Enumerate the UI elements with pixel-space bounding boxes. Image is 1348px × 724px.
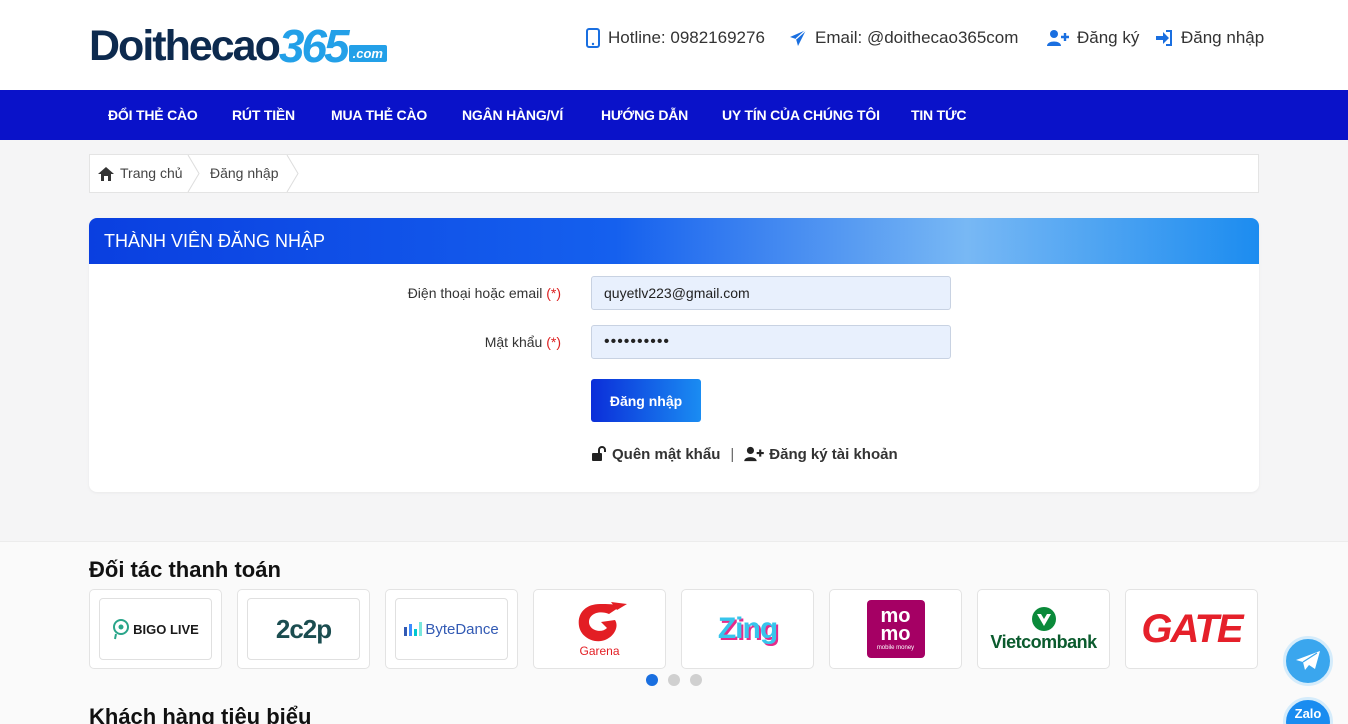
partner-logo-text: mo mo bbox=[880, 605, 911, 645]
telegram-icon bbox=[1296, 651, 1320, 670]
nav-doi-the-cao[interactable]: ĐỔI THẺ CÀO bbox=[108, 90, 198, 140]
vietcombank-logo-icon bbox=[1031, 606, 1056, 631]
register-text: Đăng ký bbox=[1077, 28, 1140, 47]
partner-logo-frame: BIGO LIVE bbox=[99, 598, 212, 660]
partner-2c2p[interactable]: 2c2p bbox=[237, 589, 370, 669]
login-button[interactable]: Đăng nhập bbox=[591, 379, 701, 422]
nav-huong-dan[interactable]: HƯỚNG DẪN bbox=[601, 90, 688, 140]
partner-bigo-live[interactable]: BIGO LIVE bbox=[89, 589, 222, 669]
partner-vietcombank[interactable]: Vietcombank bbox=[977, 589, 1110, 669]
partner-logo-frame: Garena bbox=[571, 600, 629, 658]
partner-logo-text: Garena bbox=[579, 644, 620, 658]
user-plus-icon bbox=[744, 446, 765, 462]
login-text: Đăng nhập bbox=[1181, 28, 1265, 47]
email-text: Email: @doithecao365com bbox=[815, 28, 1019, 47]
zalo-label: Zalo bbox=[1294, 705, 1322, 721]
forgot-password-link[interactable]: Quên mật khẩu bbox=[612, 446, 720, 463]
partners-title: Đối tác thanh toán bbox=[89, 557, 281, 582]
logo-number: 365 bbox=[278, 20, 350, 72]
partner-logo-frame: ByteDance bbox=[395, 598, 508, 660]
partner-logo-text: ByteDance bbox=[425, 620, 499, 638]
breadcrumb-separator bbox=[286, 155, 299, 192]
partner-garena[interactable]: Garena bbox=[533, 589, 666, 669]
password-label-text: Mật khẩu bbox=[484, 334, 543, 350]
breadcrumb-home-label: Trang chủ bbox=[120, 165, 183, 181]
required-mark: (*) bbox=[546, 334, 561, 350]
account-input[interactable] bbox=[591, 276, 951, 310]
login-link[interactable]: Đăng nhập bbox=[1155, 27, 1264, 49]
register-link[interactable]: Đăng ký bbox=[1047, 27, 1139, 49]
bytedance-logo-icon bbox=[404, 622, 423, 636]
partner-logo-text: GATE bbox=[1141, 606, 1243, 651]
partner-bytedance[interactable]: ByteDance bbox=[385, 589, 518, 669]
customers-title: Khách hàng tiêu biểu bbox=[89, 704, 312, 724]
signup-link[interactable]: Đăng ký tài khoản bbox=[769, 446, 897, 463]
email-link[interactable]: Email: @doithecao365com bbox=[789, 27, 1018, 49]
breadcrumb-separator bbox=[187, 155, 200, 192]
nav-rut-tien[interactable]: RÚT TIỀN bbox=[232, 90, 295, 140]
partner-logo-text: Zing bbox=[717, 612, 778, 645]
partner-gate[interactable]: GATE bbox=[1125, 589, 1258, 669]
breadcrumb: Trang chủ Đăng nhập bbox=[89, 154, 1259, 193]
password-input[interactable] bbox=[591, 325, 951, 359]
link-separator: | bbox=[730, 445, 735, 463]
partner-momo[interactable]: mo mo mobile money bbox=[829, 589, 962, 669]
nav-uy-tin[interactable]: UY TÍN CỦA CHÚNG TÔI bbox=[722, 90, 880, 140]
unlock-icon bbox=[592, 446, 606, 461]
hotline-text: Hotline: 0982169276 bbox=[608, 28, 765, 47]
site-logo[interactable]: Doithecao 365 .com bbox=[89, 14, 387, 74]
partner-logo-text: Vietcombank bbox=[990, 631, 1097, 652]
home-icon bbox=[98, 166, 114, 181]
garena-logo-icon bbox=[578, 602, 627, 642]
site-header: Doithecao 365 .com Hotline: 0982169276 E… bbox=[0, 0, 1348, 90]
login-card-title: THÀNH VIÊN ĐĂNG NHẬP bbox=[89, 218, 1259, 264]
logo-text: Doithecao bbox=[89, 22, 281, 70]
breadcrumb-home[interactable]: Trang chủ bbox=[98, 155, 183, 192]
momo-logo-box: mo mo mobile money bbox=[866, 600, 925, 658]
hotline-link[interactable]: Hotline: 0982169276 bbox=[586, 27, 765, 49]
nav-ngan-hang-vi[interactable]: NGÂN HÀNG/VÍ bbox=[462, 90, 563, 140]
breadcrumb-current: Đăng nhập bbox=[210, 165, 279, 181]
paper-plane-icon bbox=[790, 29, 807, 46]
carousel-dot[interactable] bbox=[690, 674, 702, 686]
carousel-pagination bbox=[646, 674, 712, 686]
account-links: Quên mật khẩu | Đăng ký tài khoản bbox=[591, 443, 898, 465]
sign-in-icon bbox=[1156, 30, 1172, 46]
main-nav: ĐỔI THẺ CÀO RÚT TIỀN MUA THẺ CÀO NGÂN HÀ… bbox=[0, 90, 1348, 140]
nav-mua-the-cao[interactable]: MUA THẺ CÀO bbox=[331, 90, 427, 140]
required-mark: (*) bbox=[546, 285, 561, 301]
account-label: Điện thoại hoặc email (*) bbox=[408, 285, 561, 301]
login-card: THÀNH VIÊN ĐĂNG NHẬP Điện thoại hoặc ema… bbox=[89, 218, 1259, 492]
partner-logo-text: 2c2p bbox=[275, 613, 332, 644]
partner-logo-text: BIGO LIVE bbox=[133, 621, 199, 637]
password-label: Mật khẩu (*) bbox=[485, 334, 561, 350]
telegram-button[interactable] bbox=[1283, 636, 1333, 686]
nav-tin-tuc[interactable]: TIN TỨC bbox=[911, 90, 967, 140]
carousel-dot[interactable] bbox=[668, 674, 680, 686]
account-label-text: Điện thoại hoặc email bbox=[407, 285, 543, 301]
partner-logo-frame: Vietcombank bbox=[990, 606, 1097, 653]
partner-zing[interactable]: Zing bbox=[681, 589, 814, 669]
partner-logo-frame: 2c2p bbox=[247, 598, 360, 660]
carousel-dot[interactable] bbox=[646, 674, 658, 686]
phone-icon bbox=[586, 28, 600, 48]
user-plus-icon bbox=[1047, 30, 1069, 46]
bigo-live-logo-icon bbox=[113, 619, 130, 640]
logo-domain: .com bbox=[348, 45, 387, 62]
momo-tagline: mobile money bbox=[876, 645, 915, 651]
